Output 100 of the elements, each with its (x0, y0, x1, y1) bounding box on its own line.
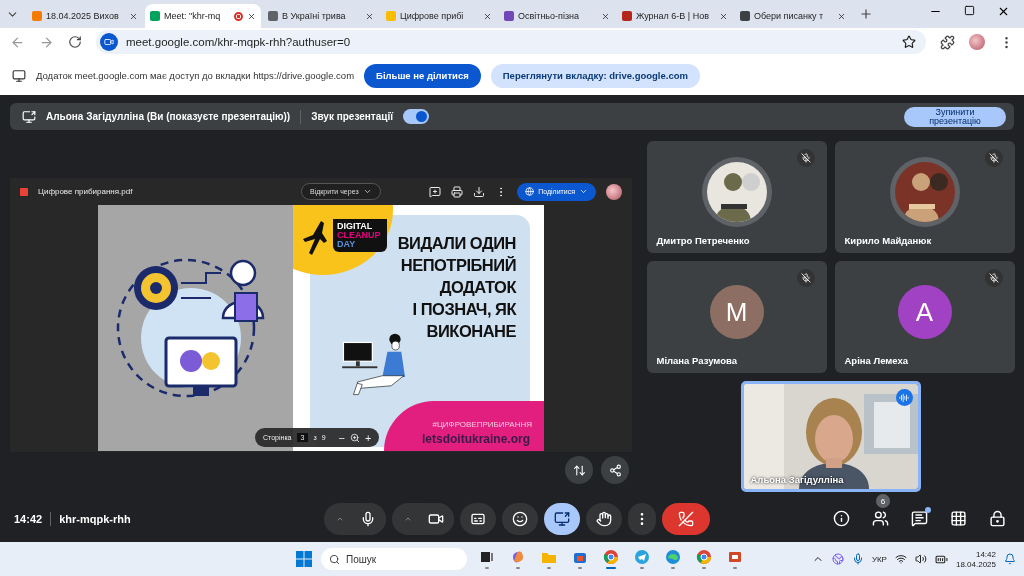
wifi-icon[interactable] (894, 553, 907, 565)
headline-line: ВИКОНАНЕ (426, 321, 516, 342)
close-icon[interactable] (129, 11, 138, 21)
caret-icon (362, 187, 372, 196)
taskbar-search-field[interactable]: Пошук (321, 548, 467, 570)
back-icon[interactable] (10, 34, 25, 50)
screen-share-icon (12, 68, 26, 83)
logo-text: CLEANUP (337, 231, 382, 240)
headline-line: ДОДАТОК (439, 277, 516, 298)
presenting-label: Альона Загідулліна (Ви (показуєте презентацію)) (46, 111, 291, 122)
language-indicator[interactable]: УКР (871, 554, 887, 564)
avatar: А (897, 285, 952, 339)
close-icon[interactable] (601, 11, 610, 21)
captions-button[interactable] (460, 502, 496, 535)
present-screen-icon (22, 109, 36, 124)
microphone-icon[interactable] (851, 553, 864, 565)
audio-label: Звук презентації (311, 111, 394, 122)
meeting-code: khr-mqpk-rhh (59, 512, 131, 525)
browser-tab[interactable]: Meet: "khr-mq (145, 4, 261, 28)
forward-icon[interactable] (39, 34, 54, 50)
browser-tab[interactable]: Цифрове прибі (381, 4, 497, 28)
headline-line: І ПОЗНАЧ, ЯК (412, 299, 516, 320)
close-icon[interactable] (247, 11, 256, 21)
bookmark-star-icon[interactable] (902, 35, 916, 49)
add-comment-icon[interactable] (429, 185, 442, 198)
print-icon[interactable] (451, 185, 464, 198)
wave-app-icon (665, 549, 681, 565)
globe-icon[interactable] (831, 553, 844, 565)
tab-title: В Україні трива (282, 11, 347, 21)
presentation-app-icon (727, 549, 743, 565)
tab-title: Обери писанку т (754, 11, 825, 21)
raise-hand-button[interactable] (586, 502, 622, 535)
participant-name: Мілана Разумова (656, 355, 737, 366)
chat-icon (911, 510, 928, 527)
stop-presenting-button[interactable]: Зупинити презентацію (904, 106, 1006, 127)
globe-icon (525, 187, 535, 196)
info-icon (833, 510, 850, 527)
start-icon[interactable] (296, 551, 312, 567)
close-icon[interactable] (483, 11, 492, 21)
tab-title: Цифрове прибі (400, 11, 465, 21)
close-icon[interactable] (365, 11, 374, 21)
browser-tab[interactable]: В Україні трива (263, 4, 379, 28)
zoom-out-button[interactable]: − (338, 431, 345, 444)
present-screen-icon (554, 510, 570, 527)
participant-name: Кирило Майданюк (844, 235, 932, 246)
people-icon (872, 510, 889, 527)
view-tab-button[interactable]: Переглянути вкладку: drive.google.com (490, 63, 700, 88)
reload-icon[interactable] (68, 35, 82, 49)
more-options-button[interactable] (628, 502, 656, 535)
browser-tab[interactable]: 18.04.2025 Вихов (27, 4, 143, 28)
zoom-icon[interactable] (349, 432, 360, 443)
avatar: М (709, 285, 764, 339)
hand-icon (596, 510, 612, 527)
close-icon[interactable] (837, 11, 846, 21)
plus-icon (859, 7, 873, 21)
sparkle-app-icon (510, 549, 526, 565)
browser-icon (603, 549, 619, 565)
swap-layout-button[interactable] (565, 456, 593, 484)
share-notice: Додаток meet.google.com має доступ до вкладки https://drive.google.com (36, 70, 355, 81)
browser-tab[interactable]: Освітньо-пізна (499, 4, 615, 28)
audio-toggle[interactable] (403, 109, 430, 124)
mic-off-icon (800, 273, 811, 283)
profile-avatar[interactable] (606, 183, 622, 200)
search-icon (329, 553, 340, 565)
reactions-button[interactable] (502, 502, 538, 535)
headline-line: ВИДАЛИ ОДИН (397, 233, 516, 254)
tab-title: Meet: "khr-mq (164, 11, 222, 21)
zoom-in-button[interactable]: + (364, 431, 372, 444)
share-button[interactable] (601, 456, 629, 484)
hashtag: #ЦИФРОВЕПРИБИРАННЯ (432, 420, 532, 429)
tab-title: 18.04.2025 Вихов (46, 11, 120, 21)
browser-tab[interactable]: Обери писанку т (735, 4, 851, 28)
headline-line: НЕПОТРІБНИЙ (400, 255, 516, 276)
new-tab-button[interactable] (859, 7, 873, 21)
mic-off-icon (800, 153, 811, 163)
browser-tab[interactable]: Журнал 6-В | Нов (617, 4, 733, 28)
present-button[interactable] (544, 502, 580, 535)
leave-call-button[interactable] (662, 502, 710, 535)
restore-icon[interactable] (964, 4, 975, 16)
caret-icon (579, 187, 588, 196)
file-name: Цифрове прибирання.pdf (38, 187, 133, 196)
browser-icon (696, 549, 712, 565)
extensions-icon[interactable] (940, 34, 955, 50)
tab-title: Журнал 6-В | Нов (636, 11, 710, 21)
participant-name: Дмитро Петреченко (656, 235, 750, 246)
address-bar[interactable]: meet.google.com/khr-mqpk-rhh?authuser=0 (96, 30, 926, 54)
website: letsdoitukraine.org (421, 432, 530, 446)
download-icon[interactable] (473, 185, 486, 198)
microphone-icon (360, 510, 376, 527)
lock-icon (989, 510, 1006, 527)
site-info-icon (100, 33, 118, 51)
volume-icon[interactable] (914, 553, 927, 565)
pdf-file-icon (20, 187, 28, 196)
notification-bell-icon[interactable] (1004, 553, 1016, 565)
taskbar-clock[interactable]: 14:42 18.04.2025 (955, 549, 996, 569)
task-view-icon (479, 549, 495, 565)
paper-plane-app-icon (634, 549, 650, 565)
count-badge: 6 (876, 494, 890, 508)
close-icon[interactable] (719, 11, 728, 21)
stop-sharing-button[interactable]: Більше не ділитися (364, 63, 481, 88)
